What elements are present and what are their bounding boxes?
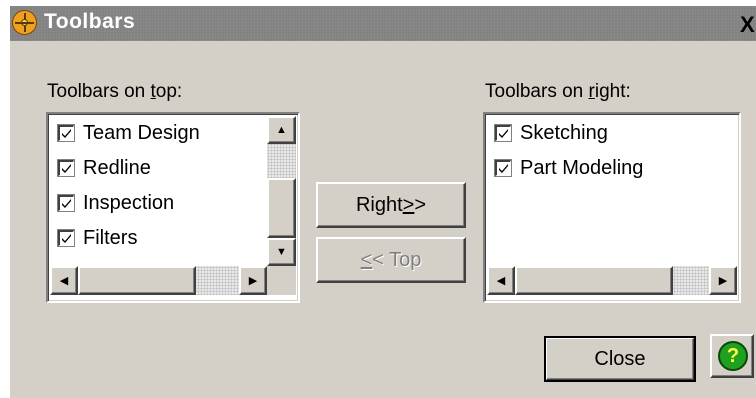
toolbars-on-right-label: Toolbars on right:	[485, 81, 631, 102]
list-item-label: Team Design	[83, 121, 200, 144]
move-top-button[interactable]: < < Top	[316, 237, 466, 283]
close-icon[interactable]: X	[740, 12, 756, 37]
scroll-thumb[interactable]	[515, 266, 673, 295]
help-button[interactable]: ?	[710, 334, 754, 378]
list-item[interactable]: Inspection	[57, 188, 175, 218]
checkbox[interactable]	[494, 124, 512, 142]
checkbox[interactable]	[494, 159, 512, 177]
checkbox-check-icon	[62, 199, 71, 208]
list-item[interactable]: Redline	[57, 153, 151, 183]
scroll-right-icon[interactable]: ▶	[709, 266, 737, 295]
checkbox-check-icon	[62, 234, 71, 243]
toolbars-dialog: Toolbars X Toolbars on top: Team Design …	[10, 6, 756, 398]
window-title: Toolbars	[44, 10, 136, 33]
list-item-label: Inspection	[83, 191, 175, 214]
scroll-thumb[interactable]	[267, 178, 296, 238]
checkbox-check-icon	[499, 164, 508, 173]
scroll-down-icon[interactable]: ▼	[267, 238, 296, 266]
checkbox-check-icon	[499, 129, 508, 138]
scroll-left-icon[interactable]: ◀	[50, 266, 78, 295]
list-item[interactable]: Filters	[57, 223, 138, 253]
list-item-label: Part Modeling	[520, 156, 644, 179]
close-button[interactable]: Close	[544, 336, 696, 382]
move-right-button[interactable]: Right > >	[316, 182, 466, 228]
checkbox[interactable]	[57, 124, 75, 142]
toolbars-on-top-list[interactable]: Team Design Redline Inspection Filters ▲…	[46, 112, 300, 303]
checkbox-check-icon	[62, 129, 71, 138]
list-item-label: Redline	[83, 156, 151, 179]
help-icon: ?	[718, 341, 748, 371]
horizontal-scrollbar[interactable]: ◀ ▶	[487, 266, 737, 295]
list-item[interactable]: Part Modeling	[494, 153, 644, 183]
scroll-up-icon[interactable]: ▲	[267, 116, 296, 144]
app-logo-icon	[12, 10, 37, 35]
list-item[interactable]: Team Design	[57, 118, 200, 148]
toolbars-on-top-label: Toolbars on top:	[47, 81, 183, 102]
scroll-right-icon[interactable]: ▶	[239, 266, 267, 295]
checkbox-check-icon	[62, 164, 71, 173]
checkbox[interactable]	[57, 159, 75, 177]
checkbox[interactable]	[57, 229, 75, 247]
vertical-scrollbar[interactable]: ▲ ▼	[267, 116, 296, 266]
horizontal-scrollbar[interactable]: ◀ ▶	[50, 266, 267, 295]
scroll-thumb[interactable]	[78, 266, 196, 295]
list-item-label: Filters	[83, 226, 138, 249]
checkbox[interactable]	[57, 194, 75, 212]
title-bar[interactable]: Toolbars X	[10, 6, 756, 41]
scroll-left-icon[interactable]: ◀	[487, 266, 515, 295]
toolbars-on-right-list[interactable]: Sketching Part Modeling ◀ ▶	[483, 112, 741, 303]
list-item[interactable]: Sketching	[494, 118, 608, 148]
scrollbar-corner	[267, 266, 296, 295]
list-item-label: Sketching	[520, 121, 608, 144]
